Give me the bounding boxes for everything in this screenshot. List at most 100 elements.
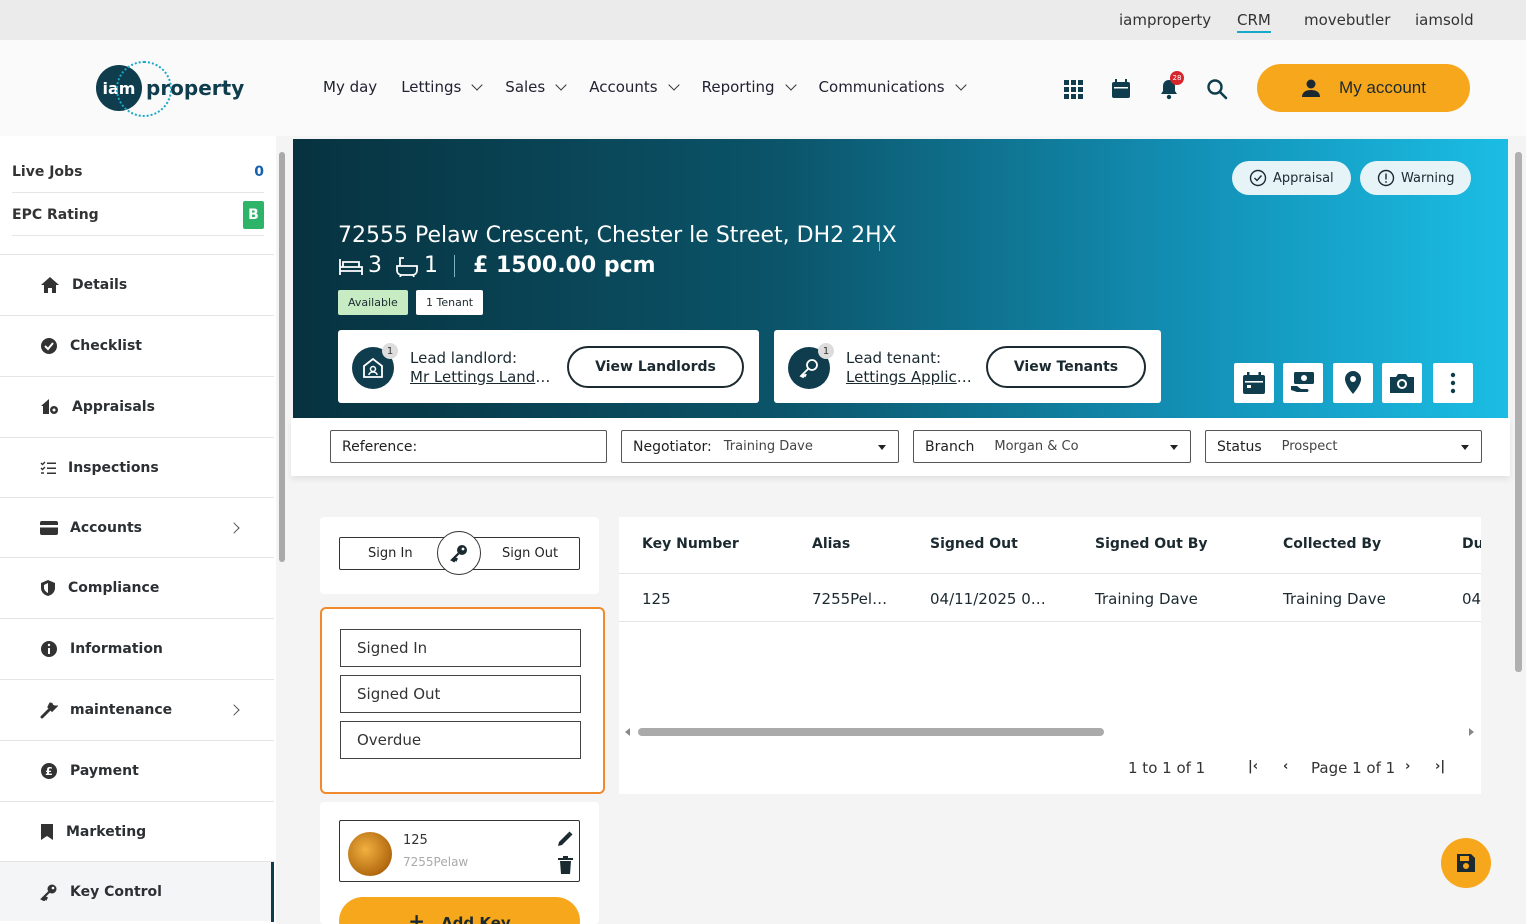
check-circle-icon (41, 337, 57, 354)
nav-my-day[interactable]: My day (323, 78, 377, 96)
stat-epc-rating: EPC Rating B (12, 194, 264, 236)
property-address: 72555 Pelaw Crescent, Chester le Street,… (338, 223, 897, 248)
sidebar-item-inspections[interactable]: Inspections (0, 437, 274, 497)
payment-tool-button[interactable] (1283, 363, 1323, 403)
pill-label: Warning (1401, 170, 1455, 186)
save-fab-button[interactable] (1441, 838, 1491, 888)
next-page-icon[interactable]: › (1405, 759, 1410, 774)
sign-in-out-toggle[interactable]: Sign In Sign Out (339, 531, 580, 575)
cell-signed-out: 04/11/2025 0… (930, 590, 1046, 608)
sidebar-item-marketing[interactable]: Marketing (0, 801, 274, 861)
keys-grid: Key Number Alias Signed Out Signed Out B… (619, 517, 1481, 794)
photo-tool-button[interactable] (1382, 363, 1422, 403)
calendar-icon[interactable] (1110, 78, 1132, 100)
appraisal-pill[interactable]: Appraisal (1232, 161, 1351, 195)
filter-overdue-button[interactable]: Overdue (340, 721, 581, 759)
info-icon (41, 640, 57, 657)
topnav-iamsold[interactable]: iamsold (1415, 11, 1474, 29)
field-value: Morgan & Co (994, 439, 1079, 454)
cell-alias: 7255Pel… (812, 590, 888, 608)
stat-live-jobs: Live Jobs 0 (12, 151, 264, 193)
my-account-button[interactable]: My account (1257, 64, 1470, 112)
key-list-item[interactable]: 125 7255Pelaw (339, 820, 580, 882)
column-header-collected-by[interactable]: Collected By (1283, 536, 1381, 552)
sidebar-item-details[interactable]: Details (0, 254, 274, 314)
scroll-right-arrow[interactable] (1469, 728, 1474, 736)
nav-label: Communications (818, 78, 945, 96)
nav-reporting[interactable]: Reporting (702, 78, 797, 96)
status-select[interactable]: Status Prospect (1205, 430, 1482, 463)
stat-value: 0 (254, 163, 264, 180)
topnav-movebutler[interactable]: movebutler (1304, 11, 1390, 29)
property-price: £ 1500.00 pcm (473, 253, 656, 278)
nav-communications[interactable]: Communications (818, 78, 967, 96)
bath-icon (396, 256, 418, 277)
column-header-signed-out[interactable]: Signed Out (930, 536, 1018, 552)
column-header-signed-out-by[interactable]: Signed Out By (1095, 536, 1208, 552)
lead-landlord-title: Lead landlord: (410, 349, 518, 367)
home-gear-icon (41, 398, 58, 414)
divider (619, 621, 1481, 622)
search-icon[interactable] (1206, 78, 1228, 100)
main-scrollbar[interactable] (1515, 152, 1522, 672)
negotiator-select[interactable]: Negotiator: Training Dave (621, 430, 899, 463)
lead-landlord-link[interactable]: Mr Lettings Landlord (410, 368, 552, 386)
cell-key-number: 125 (642, 590, 671, 608)
column-header-due[interactable]: Du (1462, 536, 1481, 552)
first-page-icon[interactable]: |‹ (1248, 759, 1258, 774)
last-page-icon[interactable]: ›| (1435, 759, 1445, 774)
more-options-button[interactable] (1433, 363, 1473, 403)
sidebar-item-key-control[interactable]: Key Control (0, 861, 274, 922)
topnav-iamproperty[interactable]: iamproperty (1119, 11, 1211, 29)
toggle-knob[interactable] (437, 531, 481, 575)
sidebar-item-label: Details (72, 276, 128, 293)
chevron-down-icon (471, 78, 483, 91)
nav-sales[interactable]: Sales (505, 78, 567, 96)
nav-lettings[interactable]: Lettings (401, 78, 483, 96)
sidebar-item-label: Payment (70, 762, 139, 779)
filter-signed-in-button[interactable]: Signed In (340, 629, 581, 667)
branch-select[interactable]: Branch Morgan & Co (913, 430, 1191, 463)
reference-field[interactable]: Reference: (330, 430, 607, 463)
nav-label: Lettings (401, 78, 462, 96)
calendar-tool-button[interactable] (1234, 363, 1274, 403)
filter-signed-out-button[interactable]: Signed Out (340, 675, 581, 713)
sidebar-item-maintenance[interactable]: maintenance (0, 679, 274, 739)
view-tenants-button[interactable]: View Tenants (986, 346, 1146, 388)
more-vertical-icon (1450, 372, 1456, 394)
sidebar-item-label: Checklist (70, 337, 142, 354)
bookmark-icon (41, 823, 53, 840)
nav-accounts[interactable]: Accounts (589, 78, 680, 96)
brand-logo[interactable]: iam property (96, 61, 244, 117)
sidebar-item-payment[interactable]: £ Payment (0, 740, 274, 800)
sidebar-item-compliance[interactable]: Compliance (0, 557, 274, 617)
view-landlords-button[interactable]: View Landlords (567, 346, 744, 388)
sign-out-option[interactable]: Sign Out (502, 546, 558, 561)
field-label: Status (1217, 438, 1262, 455)
sidebar-item-checklist[interactable]: Checklist (0, 315, 274, 375)
prev-page-icon[interactable]: ‹ (1283, 759, 1288, 774)
chevron-down-icon (555, 78, 567, 91)
landlord-count-badge: 1 (382, 343, 398, 359)
apps-grid-icon[interactable] (1062, 78, 1084, 100)
sidebar-scrollbar[interactable] (279, 152, 285, 562)
location-tool-button[interactable] (1333, 363, 1373, 403)
grid-horizontal-scrollbar[interactable] (638, 728, 1104, 736)
column-header-key-number[interactable]: Key Number (642, 536, 739, 552)
sidebar-item-accounts[interactable]: Accounts (0, 497, 274, 557)
sidebar-item-information[interactable]: Information (0, 618, 274, 678)
pencil-icon[interactable] (556, 830, 574, 848)
svg-text:£: £ (45, 765, 53, 778)
calendar-icon (1243, 372, 1265, 394)
chevron-down-icon (667, 78, 680, 91)
sign-in-option[interactable]: Sign In (368, 546, 413, 561)
sidebar-item-appraisals[interactable]: Appraisals (0, 376, 274, 436)
nav-label: Accounts (589, 78, 658, 96)
column-header-alias[interactable]: Alias (812, 536, 850, 552)
warning-pill[interactable]: Warning (1360, 161, 1472, 195)
trash-icon[interactable] (558, 856, 573, 874)
topnav-crm[interactable]: CRM (1237, 11, 1271, 33)
lead-tenant-link[interactable]: Lettings Applicant (846, 368, 974, 386)
scroll-left-arrow[interactable] (625, 728, 630, 736)
add-key-button[interactable]: + Add Key (339, 897, 580, 924)
